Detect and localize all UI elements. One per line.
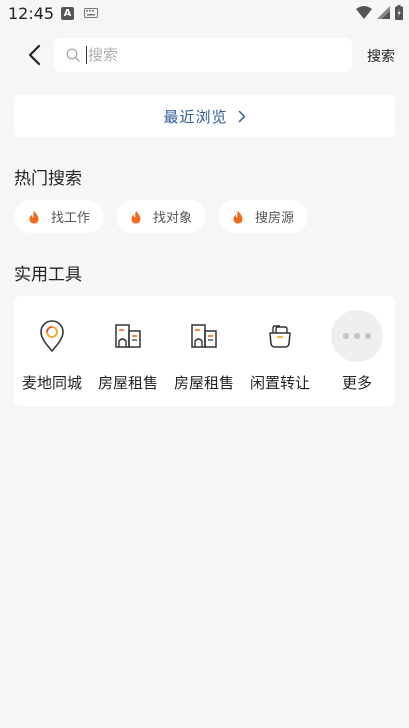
wifi-icon [356,6,372,19]
battery-icon [395,5,403,20]
tool-icon-wrap [102,310,154,362]
hot-search-chip[interactable]: 搜房源 [218,200,309,233]
tool-label: 更多 [341,374,372,392]
search-button[interactable]: 搜索 [367,46,395,66]
status-indicators [356,5,403,20]
building-icon [115,324,141,348]
bag-icon [269,325,291,348]
location-pin-icon [40,320,64,352]
flame-icon [29,210,39,223]
chevron-left-icon [28,44,41,66]
back-button[interactable] [20,40,48,70]
tools-title: 实用工具 [14,265,82,285]
tool-icon-wrap [254,310,306,362]
flame-icon [233,210,243,223]
tools-card: 麦地同城 房屋租售 房屋租售 闲置转让 更多 [14,296,395,406]
chip-label: 搜房源 [255,211,295,226]
status-bar: 12:45 A [0,0,409,28]
tool-label: 麦地同城 [21,374,82,392]
status-time: 12:45 [8,4,55,23]
more-icon-wrap [331,310,383,362]
hot-search-chip[interactable]: 找对象 [116,200,207,233]
tool-label: 房屋租售 [97,374,158,392]
tool-item[interactable]: 房屋租售 [166,310,242,393]
chip-label: 找工作 [51,211,91,226]
search-icon [66,48,80,62]
tool-item-more[interactable]: 更多 [319,310,395,393]
flame-icon [131,210,141,223]
chip-label: 找对象 [153,211,193,226]
signal-icon [377,6,390,19]
tool-icon-wrap [178,310,230,362]
tool-icon-wrap [26,310,78,362]
tool-item[interactable]: 闲置转让 [242,310,318,393]
more-dots-icon [343,333,371,339]
chevron-right-icon [238,110,245,122]
tool-item[interactable]: 房屋租售 [90,310,166,393]
building-icon [191,324,217,348]
search-box[interactable] [54,38,352,72]
tool-item[interactable]: 麦地同城 [14,310,90,393]
hot-search-chips: 找工作 找对象 搜房源 [14,200,309,233]
tool-label: 房屋租售 [173,374,234,392]
search-input[interactable] [87,46,318,64]
recent-browsing-button[interactable]: 最近浏览 [14,95,395,137]
search-header: 搜索 [0,36,409,74]
hot-search-title: 热门搜索 [14,169,82,189]
recent-browsing-label: 最近浏览 [163,107,228,126]
tool-label: 闲置转让 [249,374,310,392]
notification-app-icon: A [61,7,74,20]
hot-search-chip[interactable]: 找工作 [14,200,105,233]
keyboard-icon [84,8,98,18]
